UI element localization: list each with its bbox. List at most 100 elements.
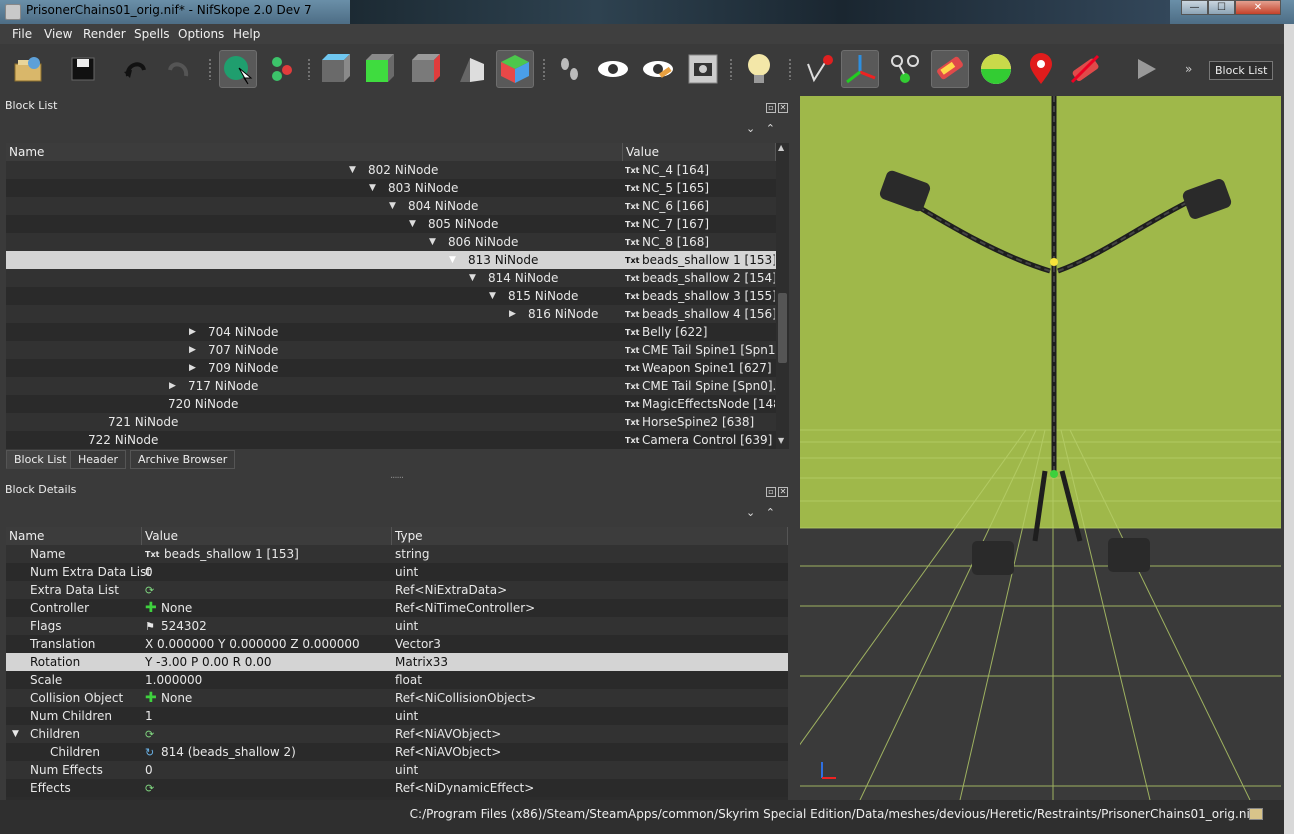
detail-row[interactable]: Name Txt beads_shallow 1 [153] string	[6, 545, 788, 563]
detail-row[interactable]: Num Effects 0 uint	[6, 761, 788, 779]
menu-spells[interactable]: Spells	[134, 27, 170, 41]
detail-value[interactable]: 1.000000	[145, 671, 202, 689]
save-icon[interactable]	[64, 50, 102, 88]
screenshot-icon[interactable]	[684, 50, 722, 88]
detail-row[interactable]: Children ↻ 814 (beads_shallow 2) Ref<NiAVOb…	[6, 743, 788, 761]
view-top-icon[interactable]	[316, 50, 354, 88]
tree-row[interactable]: ▼ 802 NiNode Txt NC_4 [164]	[6, 161, 776, 179]
expanded-arrow-icon[interactable]: ▼	[369, 179, 376, 197]
collapsed-arrow-icon[interactable]: ▶	[169, 377, 176, 395]
detail-value[interactable]: ⟳	[145, 779, 161, 798]
tree-row[interactable]: ▼ 814 NiNode Txt beads_shallow 2 [154]	[6, 269, 776, 287]
hide-icon[interactable]	[639, 50, 677, 88]
expanded-arrow-icon[interactable]: ▼	[469, 269, 476, 287]
toggle-axes-icon[interactable]	[841, 50, 879, 88]
detail-row[interactable]: Num Extra Data List 0 uint	[6, 563, 788, 581]
select-vertex-icon[interactable]	[265, 50, 303, 88]
detail-value[interactable]: 0	[145, 761, 153, 779]
expanded-arrow-icon[interactable]: ▼	[389, 197, 396, 215]
block-list-tree[interactable]: Name Value ▼ 802 NiNode Txt NC_4 [164] ▼ 803 …	[6, 143, 776, 449]
detail-value[interactable]: Y -3.00 P 0.00 R 0.00	[145, 653, 271, 671]
redo-icon[interactable]	[160, 50, 198, 88]
detail-value[interactable]: 0	[145, 563, 153, 581]
detail-value[interactable]: ↻ 814 (beads_shallow 2)	[145, 743, 296, 762]
tree-row[interactable]: ▶ 707 NiNode Txt CME Tail Spine1 [Spn1...	[6, 341, 776, 359]
tree-row[interactable]: ▼ 813 NiNode Txt beads_shallow 1 [153]	[6, 251, 776, 269]
tree-row[interactable]: ▶ 816 NiNode Txt beads_shallow 4 [156]	[6, 305, 776, 323]
expanded-arrow-icon[interactable]: ▼	[12, 725, 19, 743]
expanded-arrow-icon[interactable]: ▼	[489, 287, 496, 305]
blocklist-toolbar-button[interactable]: Block List	[1209, 61, 1274, 80]
expanded-arrow-icon[interactable]: ▼	[449, 251, 456, 269]
detail-value[interactable]: ⟳	[145, 725, 161, 744]
tab-block-list[interactable]: Block List	[6, 450, 75, 469]
minimize-button[interactable]: —	[1181, 0, 1208, 15]
detail-row[interactable]: ▼ Children ⟳ Ref<NiAVObject>	[6, 725, 788, 743]
menu-help[interactable]: Help	[233, 27, 260, 41]
detail-row[interactable]: Extra Data List ⟳ Ref<NiExtraData>	[6, 581, 788, 599]
column-header-name[interactable]: Name	[6, 143, 623, 161]
panel-float-close-buttons[interactable]: ▫ ✕	[766, 483, 790, 497]
detail-value[interactable]: Txt beads_shallow 1 [153]	[145, 545, 299, 564]
view-side-icon[interactable]	[406, 50, 444, 88]
block-details-table[interactable]: Name Value Type Name Txt beads_shallow 1 […	[6, 527, 788, 800]
toggle-nodes-icon[interactable]	[886, 50, 924, 88]
menu-options[interactable]: Options	[178, 27, 224, 41]
tree-row[interactable]: 721 NiNode Txt HorseSpine2 [638]	[6, 413, 776, 431]
collapse-expand-controls[interactable]: ⌄ ⌃	[746, 506, 775, 519]
tree-row[interactable]: ▶ 717 NiNode Txt CME Tail Spine [Spn0]...	[6, 377, 776, 395]
scrollbar-thumb[interactable]	[778, 293, 787, 363]
collapsed-arrow-icon[interactable]: ▶	[189, 359, 196, 377]
expanded-arrow-icon[interactable]: ▼	[349, 161, 356, 179]
panel-splitter[interactable]: ......	[390, 470, 404, 481]
collapse-expand-controls[interactable]: ⌄ ⌃	[746, 122, 775, 135]
toolbar-overflow-icon[interactable]: »	[1185, 62, 1192, 76]
collapsed-arrow-icon[interactable]: ▶	[189, 323, 196, 341]
toggle-markers-icon[interactable]	[798, 50, 836, 88]
detail-value[interactable]: ⟳	[145, 581, 161, 600]
load-icon[interactable]	[10, 50, 48, 88]
tab-archive-browser[interactable]: Archive Browser	[130, 450, 236, 469]
view-perspective-icon[interactable]	[452, 50, 490, 88]
detail-row[interactable]: Rotation Y -3.00 P 0.00 R 0.00 Matrix33	[6, 653, 788, 671]
lighting-icon[interactable]	[740, 50, 778, 88]
detail-row[interactable]: Controller ✚ None Ref<NiTimeController>	[6, 599, 788, 617]
hide-markers-icon[interactable]	[1066, 50, 1104, 88]
detail-row[interactable]: Translation X 0.000000 Y 0.000000 Z 0.000…	[6, 635, 788, 653]
detail-row[interactable]: Collision Object ✚ None Ref<NiCollisionObje…	[6, 689, 788, 707]
tree-row[interactable]: ▼ 805 NiNode Txt NC_7 [167]	[6, 215, 776, 233]
close-icon[interactable]: ✕	[778, 487, 788, 497]
block-list-scrollbar[interactable]: ▲ ▼	[776, 143, 789, 449]
expanded-arrow-icon[interactable]: ▼	[409, 215, 416, 233]
column-header-type[interactable]: Type	[392, 527, 788, 545]
panel-float-close-buttons[interactable]: ▫ ✕	[766, 99, 790, 113]
collapsed-arrow-icon[interactable]: ▶	[189, 341, 196, 359]
menu-render[interactable]: Render	[83, 27, 126, 41]
select-object-icon[interactable]	[219, 50, 257, 88]
detail-value[interactable]: ⚑ 524302	[145, 617, 207, 636]
undo-icon[interactable]	[116, 50, 154, 88]
detail-value[interactable]: ✚ None	[145, 599, 192, 617]
tree-row[interactable]: ▼ 806 NiNode Txt NC_8 [168]	[6, 233, 776, 251]
float-icon[interactable]: ▫	[766, 487, 776, 497]
toggle-constraints-icon[interactable]	[977, 50, 1015, 88]
tree-row[interactable]: ▶ 709 NiNode Txt Weapon Spine1 [627]	[6, 359, 776, 377]
toggle-furniture-icon[interactable]	[1022, 50, 1060, 88]
tree-row[interactable]: ▼ 815 NiNode Txt beads_shallow 3 [155]	[6, 287, 776, 305]
3d-viewport[interactable]	[800, 96, 1281, 800]
show-icon[interactable]	[594, 50, 632, 88]
detail-row[interactable]: Scale 1.000000 float	[6, 671, 788, 689]
close-button[interactable]: ✕	[1235, 0, 1281, 15]
view-front-icon[interactable]	[360, 50, 398, 88]
detail-row[interactable]: Flags ⚑ 524302 uint	[6, 617, 788, 635]
detail-value[interactable]: ✚ None	[145, 689, 192, 707]
detail-row[interactable]: Num Children 1 uint	[6, 707, 788, 725]
tree-row[interactable]: ▶ 704 NiNode Txt Belly [622]	[6, 323, 776, 341]
column-header-name[interactable]: Name	[6, 527, 142, 545]
expanded-arrow-icon[interactable]: ▼	[429, 233, 436, 251]
float-icon[interactable]: ▫	[766, 103, 776, 113]
close-icon[interactable]: ✕	[778, 103, 788, 113]
menu-file[interactable]: File	[12, 27, 32, 41]
view-user-icon[interactable]	[496, 50, 534, 88]
column-header-value[interactable]: Value	[142, 527, 392, 545]
